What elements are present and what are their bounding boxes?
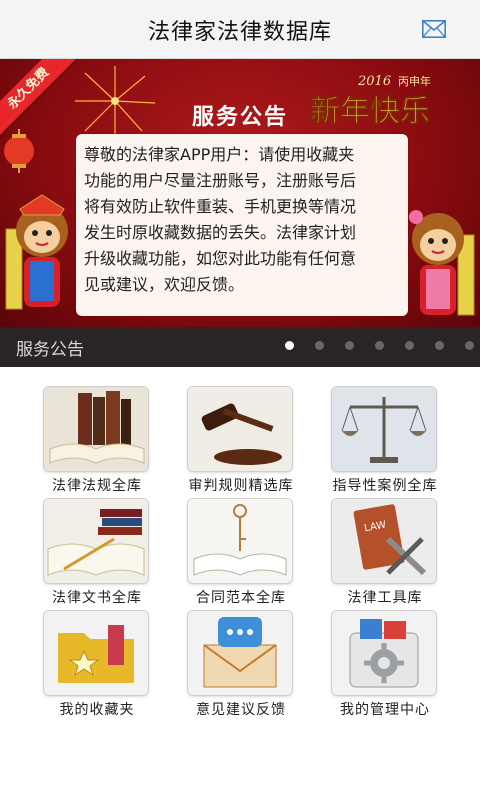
tile-my-favorites[interactable]: 我的收藏夹: [42, 607, 152, 718]
svg-text:2016: 2016: [357, 74, 391, 89]
tile-judgment-rules[interactable]: 审判规则精选库: [186, 383, 296, 494]
carousel-caption: 服务公告: [16, 340, 84, 360]
tile-label: 法律法规全库: [52, 478, 142, 494]
tile-label: 指导性案例全库: [332, 478, 438, 494]
pager-dot[interactable]: [315, 341, 324, 350]
svg-text:丙申年: 丙申年: [398, 74, 431, 88]
law-tools-icon: LAW: [332, 499, 436, 583]
notice-line: 将有效防止软件重装、手机更换等情况: [84, 197, 357, 216]
carousel-pager[interactable]: [285, 341, 474, 353]
tile-feedback[interactable]: 意见建议反馈: [186, 607, 296, 718]
lantern-icon: [4, 129, 34, 173]
notice-line: 见或建议，欢迎反馈。: [84, 275, 245, 294]
notice-body: 尊敬的法律家APP用户：请使用收藏夹 功能的用户尽量注册账号，注册账号后 将有效…: [84, 142, 400, 298]
tile-guiding-cases[interactable]: 指导性案例全库: [330, 383, 440, 494]
notice-banner-slide[interactable]: 永久免费 2016 丙申年 新年快乐 服务公告 尊敬的法律家APP用户：请使用收…: [0, 59, 480, 327]
pager-dot[interactable]: [465, 341, 474, 350]
pager-dot[interactable]: [405, 341, 414, 350]
tile-label: 合同范本全库: [196, 590, 286, 606]
notice-title: 服务公告: [191, 105, 288, 130]
carousel-caption-bar: 服务公告: [0, 327, 480, 367]
notice-line: 发生时原收藏数据的丢失。法律家计划: [84, 223, 357, 242]
favorites-folder-icon: [44, 611, 148, 695]
key-book-icon: [188, 499, 292, 583]
pager-dot[interactable]: [435, 341, 444, 350]
app-header: 法律家法律数据库: [0, 0, 480, 59]
tile-law-regulations[interactable]: 法律法规全库: [42, 383, 152, 494]
app-title: 法律家法律数据库: [147, 20, 332, 45]
scales-icon: [332, 387, 436, 471]
gavel-icon: [188, 387, 292, 471]
tile-contract-templates[interactable]: 合同范本全库: [186, 495, 296, 606]
tile-label: 我的收藏夹: [59, 702, 135, 718]
notice-card: 尊敬的法律家APP用户：请使用收藏夹 功能的用户尽量注册账号，注册账号后 将有效…: [76, 134, 408, 316]
tile-law-tools[interactable]: LAW 法律工具库: [330, 495, 440, 606]
pager-dot[interactable]: [375, 341, 384, 350]
tile-label: 审判规则精选库: [188, 478, 294, 494]
tile-label: 法律文书全库: [52, 590, 142, 606]
pager-dot[interactable]: [345, 341, 354, 350]
document-pen-icon: [44, 499, 148, 583]
notice-line: 升级收藏功能，如您对此功能有任何意: [84, 249, 357, 268]
tile-label: 法律工具库: [347, 590, 423, 606]
tile-label: 意见建议反馈: [196, 702, 286, 718]
management-gear-icon: [332, 611, 436, 695]
law-books-icon: [44, 387, 148, 471]
monkey-mascot-icon: [5, 194, 68, 310]
notice-line: 尊敬的法律家APP用户：请使用收藏夹: [84, 145, 355, 164]
tile-label: 我的管理中心: [340, 702, 430, 718]
tile-management-center[interactable]: 我的管理中心: [330, 607, 440, 718]
monkey-mascot-icon: [409, 210, 475, 316]
pager-dot[interactable]: [285, 341, 294, 350]
tile-legal-documents[interactable]: 法律文书全库: [42, 495, 152, 606]
notice-line: 功能的用户尽量注册账号，注册账号后: [84, 171, 357, 190]
mail-icon[interactable]: [422, 20, 446, 38]
feedback-envelope-icon: [188, 611, 292, 695]
